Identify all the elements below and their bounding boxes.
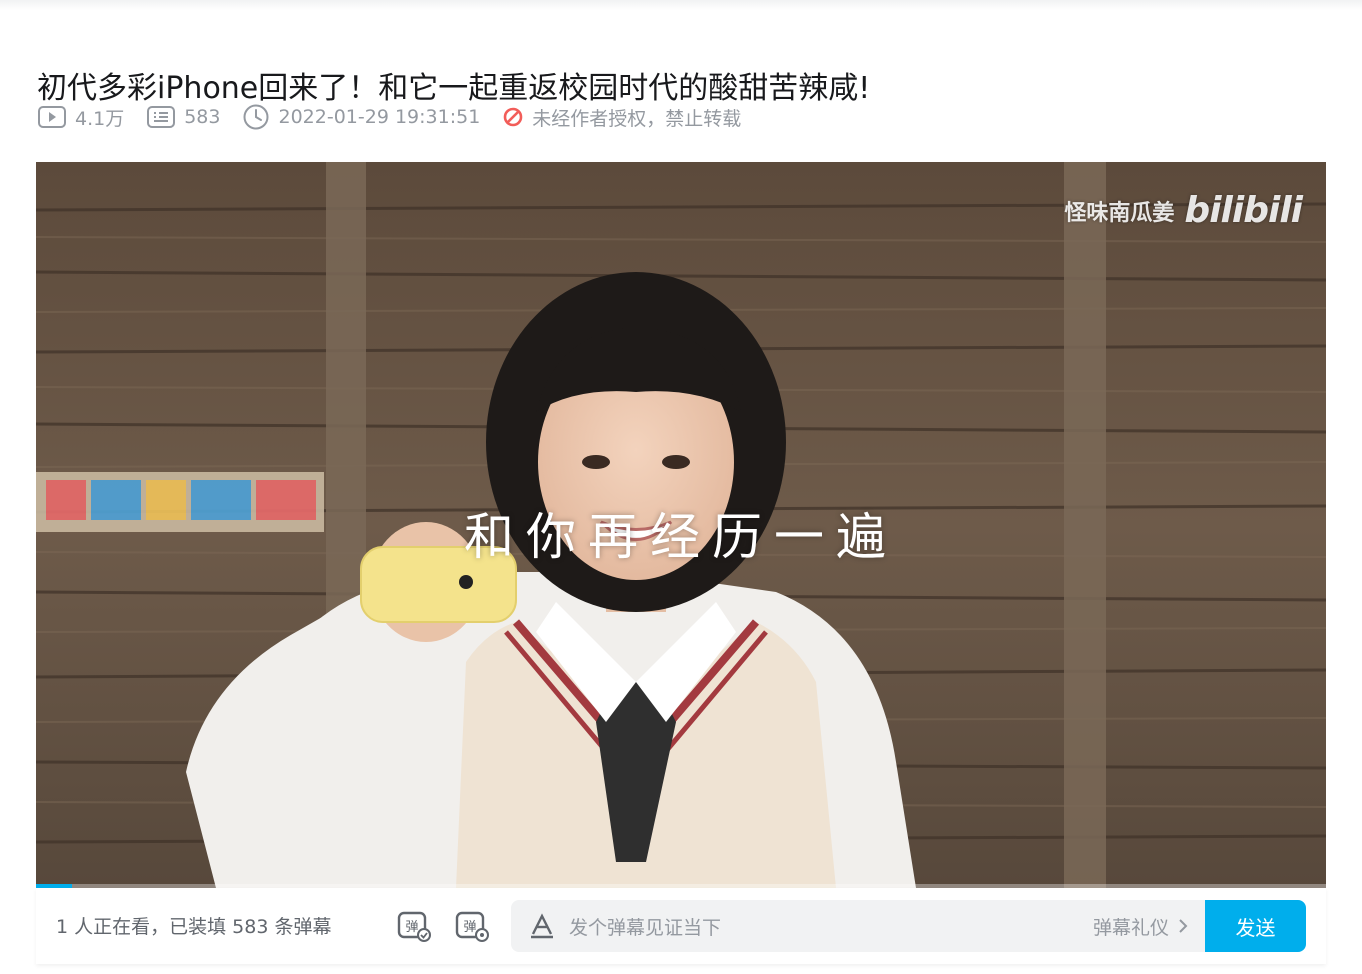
watermark: 怪味南瓜姜 bilibili: [1064, 190, 1303, 231]
video-subtitle: 和你再经历一遍: [464, 508, 898, 566]
chevron-right-icon: [1179, 919, 1188, 933]
view-count-value: 4.1万: [75, 107, 125, 130]
danmaku-toggle-icon: 弹: [397, 911, 431, 942]
send-button[interactable]: 发送: [1205, 900, 1306, 952]
danmaku-settings-button[interactable]: 弹: [452, 906, 492, 946]
danmaku-input[interactable]: 发个弹幕见证当下 弹幕礼仪: [511, 900, 1205, 952]
watermark-logo: bilibili: [1184, 190, 1303, 231]
danmaku-count: 583: [146, 104, 220, 130]
top-divider: [0, 0, 1362, 10]
svg-text:弹: 弹: [405, 920, 418, 935]
play-count-icon: [38, 106, 66, 128]
danmaku-toggle-button[interactable]: 弹: [394, 906, 434, 946]
text-style-icon[interactable]: [529, 913, 555, 939]
clock-icon: [243, 104, 269, 130]
danmaku-input-placeholder[interactable]: 发个弹幕见证当下: [569, 913, 1093, 940]
view-count: 4.1万: [37, 104, 124, 131]
svg-text:弹: 弹: [463, 920, 476, 935]
watermark-author: 怪味南瓜姜: [1064, 200, 1175, 226]
video-meta: 4.1万 583 2022-01-29 19:31:51 未经作者授权，禁止转载: [37, 102, 763, 132]
publish-time-value: 2022-01-29 19:31:51: [278, 106, 481, 128]
no-repost-icon: [503, 107, 523, 127]
danmaku-count-icon: [147, 106, 176, 128]
danmaku-etiquette-link[interactable]: 弹幕礼仪: [1093, 913, 1191, 940]
danmaku-etiquette-label: 弹幕礼仪: [1092, 916, 1169, 939]
copyright-notice: 未经作者授权，禁止转载: [502, 104, 741, 131]
publish-time: 2022-01-29 19:31:51: [242, 103, 480, 131]
viewer-count: 1 人正在看，已装填 583 条弹幕: [56, 916, 332, 938]
video-player[interactable]: 怪味南瓜姜 bilibili 和你再经历一遍: [36, 162, 1326, 888]
danmaku-send-bar: 1 人正在看，已装填 583 条弹幕 弹 弹 发个弹幕见证当下 弹幕礼仪 发送: [36, 888, 1326, 964]
danmaku-count-value: 583: [184, 106, 221, 128]
danmaku-settings-icon: 弹: [455, 911, 489, 942]
copyright-notice-text: 未经作者授权，禁止转载: [532, 107, 742, 130]
